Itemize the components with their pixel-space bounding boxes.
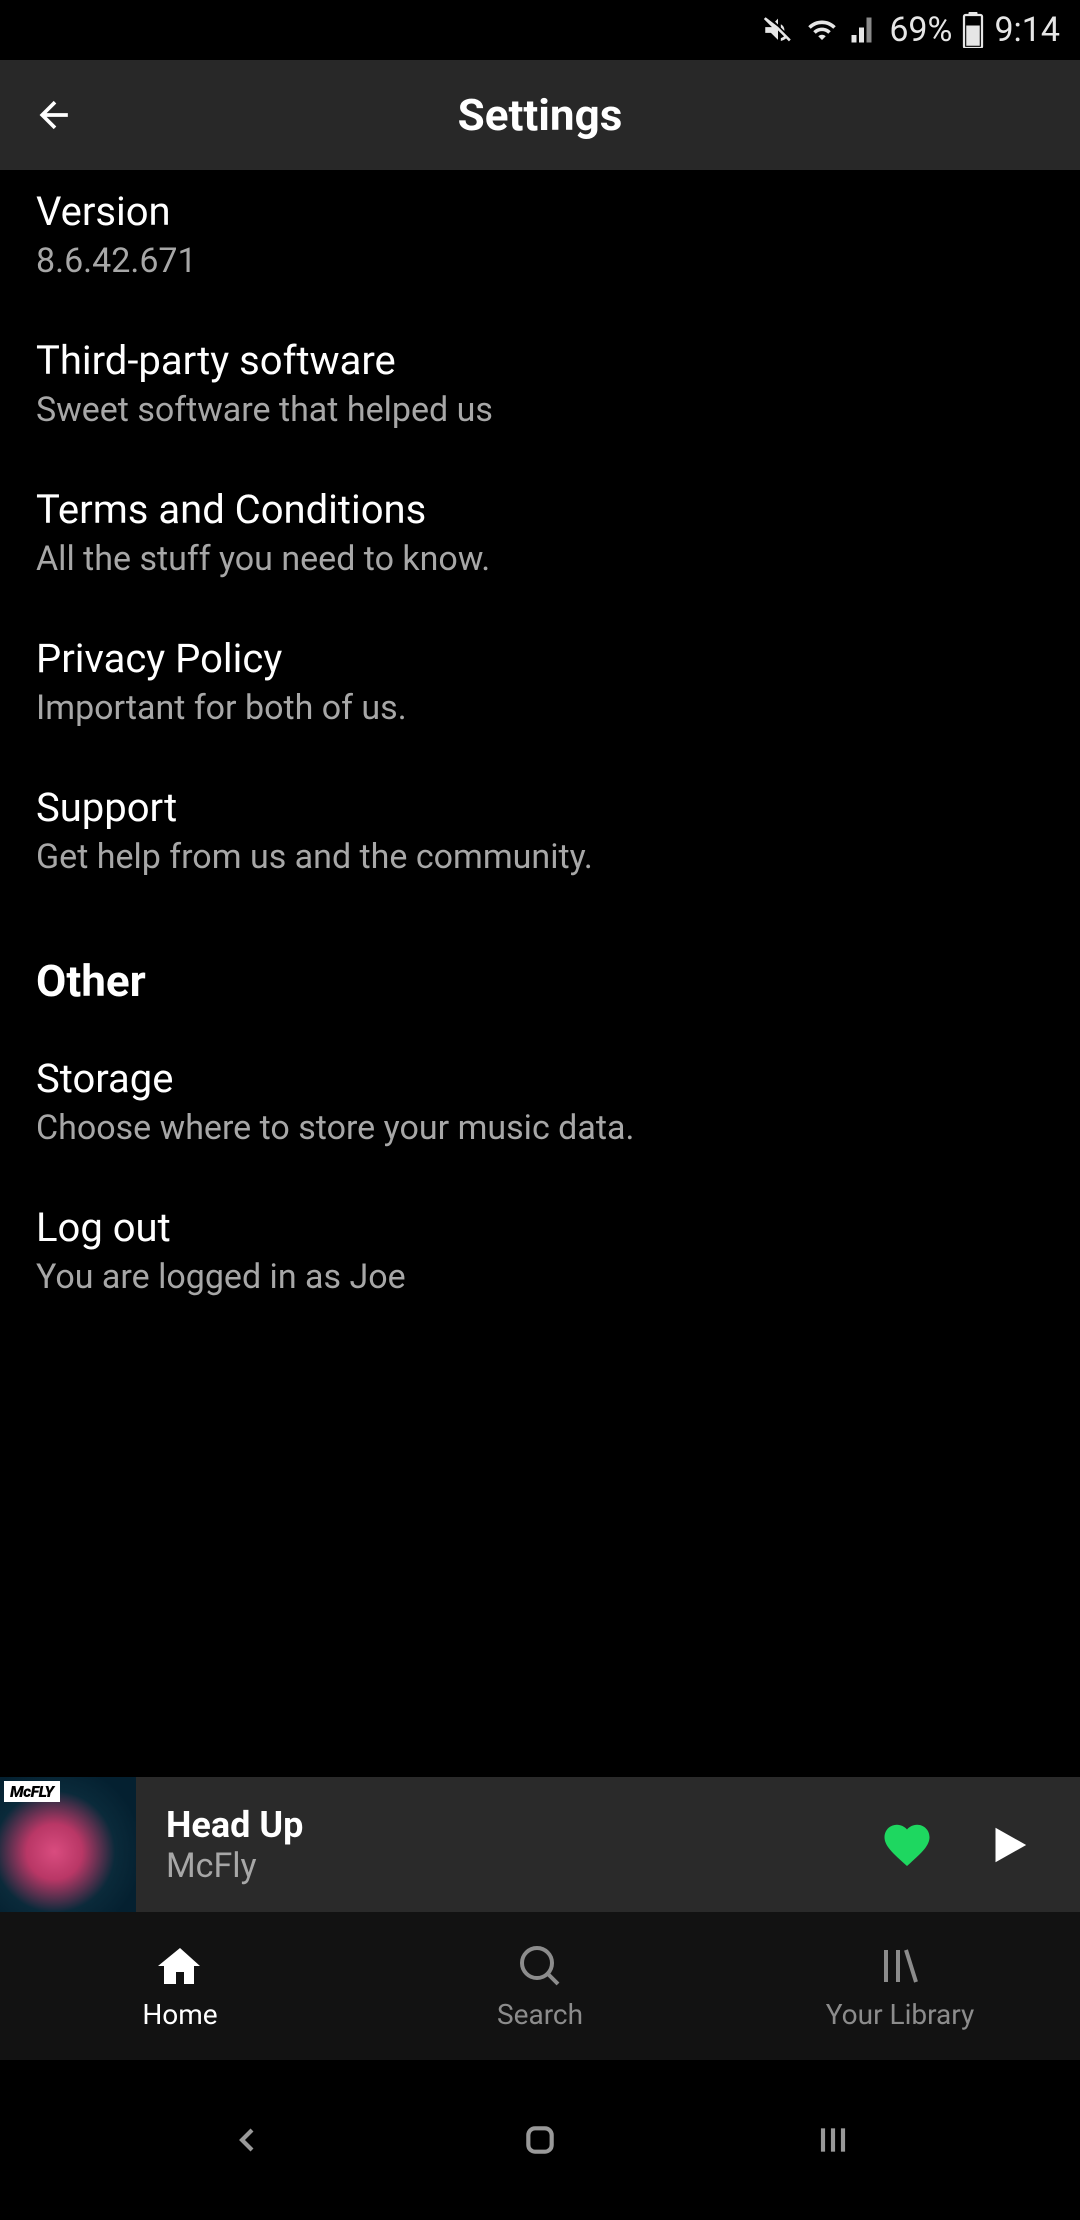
track-title: Head Up <box>166 1804 880 1846</box>
setting-subtitle: All the stuff you need to know. <box>36 539 1044 579</box>
library-icon <box>876 1942 924 1990</box>
heart-icon <box>880 1818 934 1872</box>
now-playing-controls <box>880 1818 1080 1872</box>
track-artist: McFly <box>166 1846 880 1886</box>
track-info: Head Up McFly <box>136 1804 880 1886</box>
nav-search[interactable]: Search <box>440 1942 640 2031</box>
signal-icon <box>849 15 879 45</box>
setting-subtitle: Get help from us and the community. <box>36 837 1044 877</box>
setting-third-party[interactable]: Third-party software Sweet software that… <box>36 309 1044 458</box>
setting-title: Version <box>36 188 1044 235</box>
mute-icon <box>761 13 795 47</box>
setting-version[interactable]: Version 8.6.42.671 <box>36 170 1044 309</box>
setting-title: Support <box>36 784 1044 831</box>
home-icon <box>156 1942 204 1990</box>
sys-back-button[interactable] <box>207 2100 287 2180</box>
battery-percent: 69% <box>889 10 952 50</box>
setting-subtitle: Sweet software that helped us <box>36 390 1044 430</box>
like-button[interactable] <box>880 1818 934 1872</box>
search-icon <box>516 1942 564 1990</box>
setting-privacy[interactable]: Privacy Policy Important for both of us. <box>36 607 1044 756</box>
sys-back-icon <box>227 2120 267 2160</box>
clock-text: 9:14 <box>994 10 1060 50</box>
play-icon <box>984 1822 1030 1868</box>
sys-recents-button[interactable] <box>793 2100 873 2180</box>
album-art <box>0 1777 136 1913</box>
nav-home[interactable]: Home <box>80 1942 280 2031</box>
setting-logout[interactable]: Log out You are logged in as Joe <box>36 1176 1044 1325</box>
setting-support[interactable]: Support Get help from us and the communi… <box>36 756 1044 905</box>
sys-home-button[interactable] <box>500 2100 580 2180</box>
nav-label: Search <box>497 1998 583 2031</box>
sys-recents-icon <box>813 2120 853 2160</box>
page-title: Settings <box>0 89 1080 141</box>
wifi-icon <box>805 15 839 45</box>
nav-label: Your Library <box>826 1998 975 2031</box>
setting-subtitle: Important for both of us. <box>36 688 1044 728</box>
setting-title: Terms and Conditions <box>36 486 1044 533</box>
setting-title: Storage <box>36 1055 1044 1102</box>
setting-title: Privacy Policy <box>36 635 1044 682</box>
setting-title: Third-party software <box>36 337 1044 384</box>
battery-icon <box>962 12 984 48</box>
setting-terms[interactable]: Terms and Conditions All the stuff you n… <box>36 458 1044 607</box>
setting-subtitle: 8.6.42.671 <box>36 241 1044 281</box>
status-icons-group: 69% 9:14 <box>761 10 1060 50</box>
system-nav-bar <box>0 2060 1080 2220</box>
settings-header: Settings <box>0 60 1080 170</box>
back-arrow-icon <box>33 93 77 137</box>
play-button[interactable] <box>984 1822 1030 1868</box>
setting-subtitle: You are logged in as Joe <box>36 1257 1044 1297</box>
sys-home-icon <box>520 2120 560 2160</box>
nav-library[interactable]: Your Library <box>800 1942 1000 2031</box>
nav-label: Home <box>142 1998 217 2031</box>
status-bar: 69% 9:14 <box>0 0 1080 60</box>
setting-title: Log out <box>36 1204 1044 1251</box>
now-playing-bar[interactable]: Head Up McFly <box>0 1776 1080 1912</box>
bottom-nav: Home Search Your Library <box>0 1912 1080 2060</box>
setting-subtitle: Choose where to store your music data. <box>36 1108 1044 1148</box>
setting-storage[interactable]: Storage Choose where to store your music… <box>36 1027 1044 1176</box>
back-button[interactable] <box>30 90 80 140</box>
settings-content: Version 8.6.42.671 Third-party software … <box>0 170 1080 1325</box>
section-header-other: Other <box>36 905 1044 1027</box>
